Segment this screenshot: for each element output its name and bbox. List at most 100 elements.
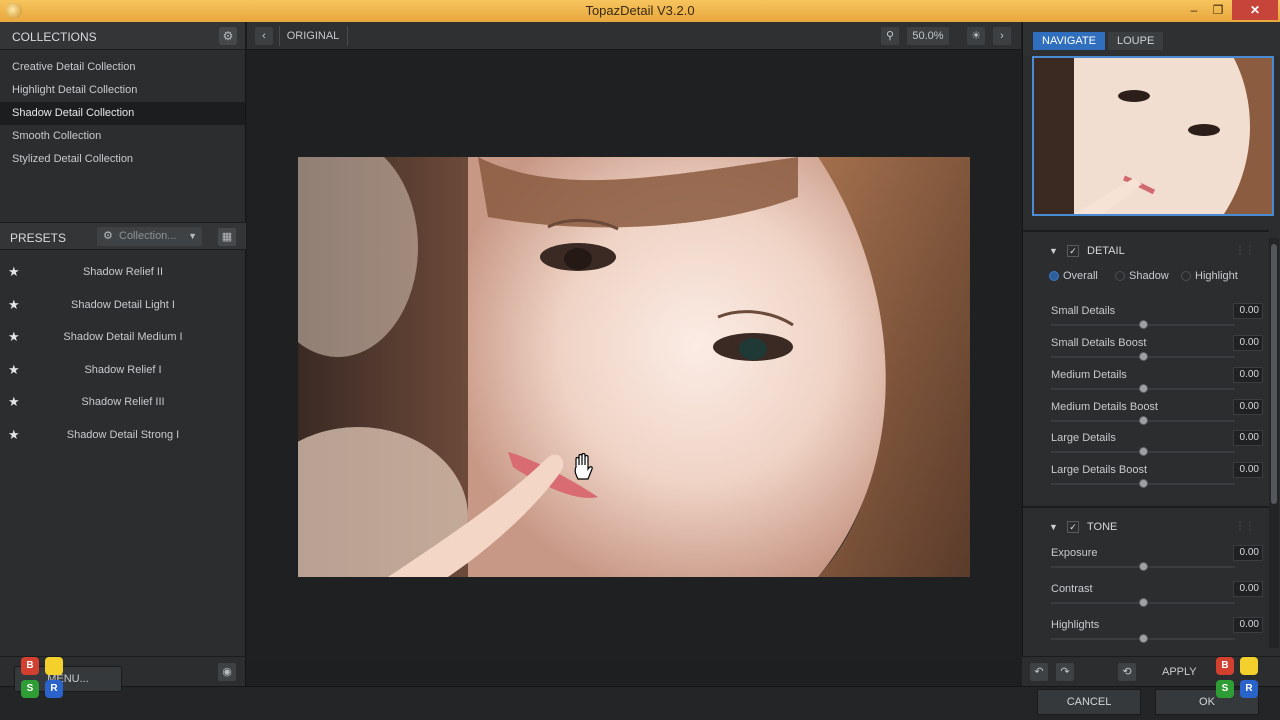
- slider-label: Large Details Boost: [1051, 464, 1147, 476]
- right-panel: NAVIGATE LOUPE ▼ ✓ DETAIL ⋮⋮ Overall Sha…: [1022, 22, 1280, 662]
- slider-knob[interactable]: [1139, 634, 1148, 643]
- panel-scrollbar-thumb[interactable]: [1271, 244, 1277, 504]
- brightness-icon[interactable]: ☀: [967, 27, 985, 45]
- slider-value-field[interactable]: 0.00: [1233, 617, 1263, 633]
- star-icon[interactable]: ★: [8, 321, 20, 353]
- apply-button[interactable]: APPLY: [1162, 666, 1197, 678]
- mode-overall-radio[interactable]: Overall: [1049, 270, 1098, 282]
- drag-handle-icon[interactable]: ⋮⋮: [1235, 521, 1255, 532]
- slider-knob[interactable]: [1139, 416, 1148, 425]
- zoom-icon[interactable]: ⚲: [881, 27, 899, 45]
- slider-large-details: Large Details 0.00: [1049, 430, 1263, 462]
- hotkey-blue-icon: R: [45, 680, 63, 698]
- tab-navigate[interactable]: NAVIGATE: [1033, 32, 1105, 50]
- grid-view-icon[interactable]: ▦: [218, 228, 236, 246]
- camera-icon[interactable]: ◉: [218, 663, 236, 681]
- slider-label: Small Details: [1051, 305, 1116, 317]
- slider-exposure: Exposure 0.00: [1049, 545, 1263, 577]
- drag-handle-icon[interactable]: ⋮⋮: [1235, 245, 1255, 256]
- mode-highlight-radio[interactable]: Highlight: [1181, 270, 1238, 282]
- slider-large-details-boost: Large Details Boost 0.00: [1049, 462, 1263, 494]
- slider-value-field[interactable]: 0.00: [1233, 367, 1263, 383]
- chevron-down-icon: ▼: [188, 231, 197, 241]
- hotkey-yellow-icon: [45, 657, 63, 675]
- title-bar: TopazDetail V3.2.0 ‒ ❐ ✕: [0, 0, 1280, 22]
- detail-enable-checkbox[interactable]: ✓: [1067, 245, 1079, 257]
- left-panel: COLLECTIONS ⚙ Creative Detail Collection…: [0, 22, 246, 720]
- collection-item[interactable]: Smooth Collection: [0, 125, 245, 148]
- section-divider: [1023, 230, 1269, 232]
- collection-item-selected[interactable]: Shadow Detail Collection: [0, 102, 245, 125]
- tone-enable-checkbox[interactable]: ✓: [1067, 521, 1079, 533]
- star-icon[interactable]: ★: [8, 289, 20, 321]
- cancel-button[interactable]: CANCEL: [1037, 689, 1141, 715]
- tab-loupe[interactable]: LOUPE: [1108, 32, 1164, 50]
- radio-dot: [1115, 271, 1125, 281]
- slider-value-field[interactable]: 0.00: [1233, 430, 1263, 446]
- window-title: TopazDetail V3.2.0: [585, 3, 695, 18]
- preset-item[interactable]: ★ Shadow Relief II: [0, 256, 246, 289]
- presets-header: PRESETS ⚙ Collection... ▼ ▦: [0, 222, 246, 250]
- preset-label: Shadow Detail Medium I: [63, 331, 183, 344]
- collection-item[interactable]: Highlight Detail Collection: [0, 79, 245, 102]
- preset-item[interactable]: ★ Shadow Detail Strong I: [0, 419, 246, 452]
- star-icon[interactable]: ★: [8, 256, 20, 288]
- hotkey-red-icon: B: [21, 657, 39, 675]
- slider-value-field[interactable]: 0.00: [1233, 462, 1263, 478]
- slider-knob[interactable]: [1139, 598, 1148, 607]
- slider-knob[interactable]: [1139, 479, 1148, 488]
- preset-item[interactable]: ★ Shadow Relief III: [0, 386, 246, 419]
- preset-item[interactable]: ★ Shadow Detail Medium I: [0, 321, 246, 354]
- navigator-tabs: NAVIGATE LOUPE: [1023, 22, 1280, 56]
- star-icon[interactable]: ★: [8, 419, 20, 451]
- slider-value-field[interactable]: 0.00: [1233, 399, 1263, 415]
- detail-section-header[interactable]: ▼ ✓ DETAIL ⋮⋮: [1023, 240, 1269, 264]
- preset-label: Shadow Relief II: [82, 266, 164, 278]
- slider-value-field[interactable]: 0.00: [1233, 303, 1263, 319]
- preset-item[interactable]: ★ Shadow Detail Light I: [0, 289, 246, 322]
- slider-value-field[interactable]: 0.00: [1233, 545, 1263, 561]
- close-button[interactable]: ✕: [1232, 0, 1278, 20]
- tone-title: TONE: [1087, 521, 1118, 533]
- slider-knob[interactable]: [1139, 352, 1148, 361]
- radio-dot: [1181, 271, 1191, 281]
- slider-knob[interactable]: [1139, 562, 1148, 571]
- slider-knob[interactable]: [1139, 384, 1148, 393]
- radio-dot: [1049, 271, 1059, 281]
- tone-section-header[interactable]: ▼ ✓ TONE ⋮⋮: [1023, 516, 1269, 540]
- maximize-button[interactable]: ❐: [1204, 0, 1232, 20]
- presets-list: ★ Shadow Relief II ★ Shadow Detail Light I…: [0, 256, 246, 452]
- mode-shadow-radio[interactable]: Shadow: [1115, 270, 1169, 282]
- preview-photo[interactable]: [298, 157, 970, 577]
- collection-item[interactable]: Stylized Detail Collection: [0, 148, 245, 171]
- undo-icon[interactable]: ↶: [1030, 663, 1048, 681]
- chevron-right-icon[interactable]: ›: [993, 27, 1011, 45]
- slider-knob[interactable]: [1139, 320, 1148, 329]
- collection-filter-value: Collection...: [119, 230, 177, 242]
- slider-label: Exposure: [1051, 547, 1098, 559]
- mode-label: Shadow: [1129, 270, 1169, 282]
- navigator-thumbnail[interactable]: [1032, 56, 1274, 216]
- chevron-left-icon[interactable]: ‹: [255, 27, 273, 45]
- collection-filter-dropdown[interactable]: ⚙ Collection... ▼: [97, 227, 202, 246]
- collapse-triangle-icon[interactable]: ▼: [1049, 522, 1058, 532]
- star-icon[interactable]: ★: [8, 354, 20, 386]
- preset-item[interactable]: ★ Shadow Relief I: [0, 354, 246, 387]
- original-toggle-button[interactable]: ORIGINAL: [281, 27, 345, 45]
- star-icon[interactable]: ★: [8, 386, 20, 418]
- reset-icon[interactable]: ⟲: [1118, 663, 1136, 681]
- zoom-level[interactable]: 50.0%: [907, 27, 949, 45]
- collections-gear-icon[interactable]: ⚙: [219, 27, 237, 45]
- hand-cursor-icon: [574, 453, 593, 480]
- slider-value-field[interactable]: 0.00: [1233, 335, 1263, 351]
- toolbar-divider: [279, 26, 280, 46]
- collection-item[interactable]: Creative Detail Collection: [0, 56, 245, 79]
- hotkey-green-icon: S: [1216, 680, 1234, 698]
- collapse-triangle-icon[interactable]: ▼: [1049, 246, 1058, 256]
- hotkey-blue-icon: R: [1240, 680, 1258, 698]
- redo-icon[interactable]: ↷: [1056, 663, 1074, 681]
- collections-title: COLLECTIONS: [12, 30, 97, 44]
- mode-label: Overall: [1063, 270, 1098, 282]
- slider-knob[interactable]: [1139, 447, 1148, 456]
- slider-value-field[interactable]: 0.00: [1233, 581, 1263, 597]
